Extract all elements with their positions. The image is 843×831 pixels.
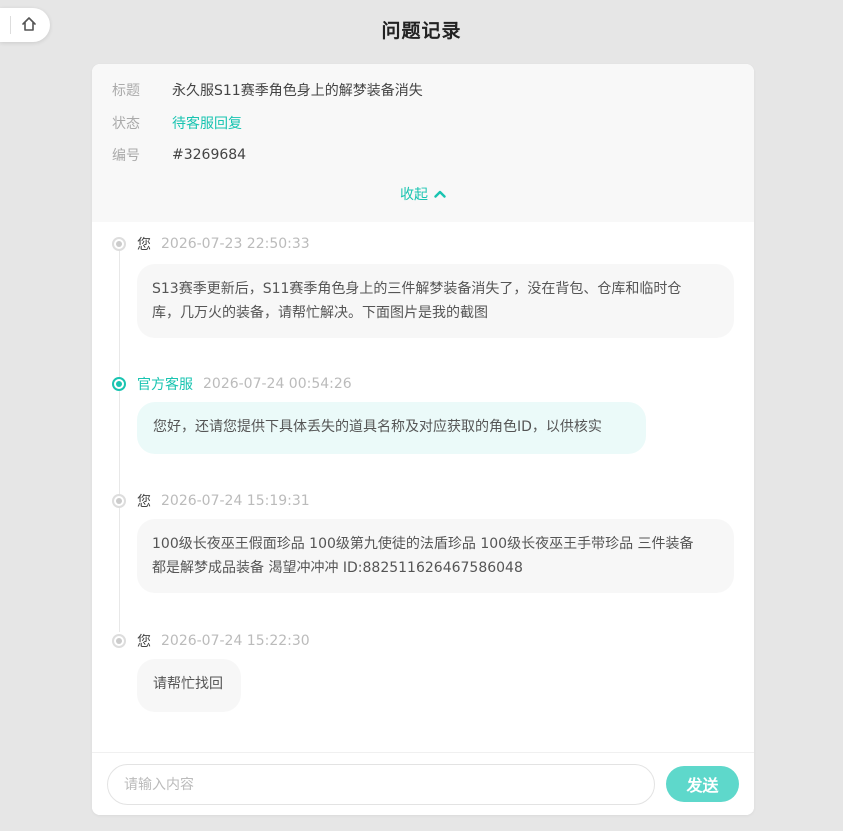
collapse-label: 收起 [400, 187, 428, 203]
timeline-dot [112, 494, 126, 508]
message-header: 官方客服 2026-07-24 00:54:26 [137, 374, 352, 394]
id-row: 编号 #3269684 [112, 145, 246, 165]
id-label: 编号 [112, 148, 140, 164]
status-value: 待客服回复 [172, 116, 242, 132]
message-author: 您 [137, 634, 151, 650]
message-line: S13赛季更新后，S11赛季角色身上的三件解梦装备消失了，没在背包、仓库和临时仓 [152, 281, 682, 297]
message-author: 您 [137, 237, 151, 253]
collapse-toggle[interactable]: 收起 [92, 184, 754, 204]
composer: 发送 [92, 752, 754, 815]
timeline-line [119, 247, 120, 632]
status-row: 状态 待客服回复 [112, 113, 242, 133]
message-author: 官方客服 [137, 377, 193, 393]
message-line: 您好，还请您提供下具体丢失的道具名称及对应获取的角色ID，以供核实 [153, 419, 602, 435]
message-bubble: S13赛季更新后，S11赛季角色身上的三件解梦装备消失了，没在背包、仓库和临时仓… [137, 264, 734, 338]
message-time: 2026-07-24 15:22:30 [161, 633, 310, 649]
message-line: 请帮忙找回 [153, 676, 223, 692]
send-button[interactable]: 发送 [666, 766, 739, 802]
title-row: 标题 永久服S11赛季角色身上的解梦装备消失 [112, 80, 423, 100]
message-header: 您 2026-07-24 15:22:30 [137, 631, 310, 651]
title-value: 永久服S11赛季角色身上的解梦装备消失 [172, 83, 423, 99]
ticket-card: 标题 永久服S11赛季角色身上的解梦装备消失 状态 待客服回复 编号 #3269… [92, 64, 754, 815]
ticket-id: #3269684 [172, 147, 247, 163]
message-line: 100级长夜巫王假面珍品 100级第九使徒的法盾珍品 100级长夜巫王手带珍品 … [152, 536, 694, 552]
message-line: 都是解梦成品装备 渴望冲冲冲 ID:882511626467586048 [152, 560, 523, 576]
message-time: 2026-07-23 22:50:33 [161, 236, 310, 252]
message-input[interactable] [107, 764, 655, 805]
message-author: 您 [137, 494, 151, 510]
timeline-dot [112, 634, 126, 648]
message-timeline: 您 2026-07-23 22:50:33 S13赛季更新后，S11赛季角色身上… [92, 222, 754, 752]
ticket-info: 标题 永久服S11赛季角色身上的解梦装备消失 状态 待客服回复 编号 #3269… [92, 64, 754, 222]
message-bubble: 100级长夜巫王假面珍品 100级第九使徒的法盾珍品 100级长夜巫王手带珍品 … [137, 519, 734, 593]
timeline-dot [112, 237, 126, 251]
message-time: 2026-07-24 00:54:26 [203, 376, 352, 392]
status-label: 状态 [112, 116, 140, 132]
page-title: 问题记录 [381, 20, 462, 42]
message-bubble: 您好，还请您提供下具体丢失的道具名称及对应获取的角色ID，以供核实 [137, 402, 646, 454]
message-time: 2026-07-24 15:19:31 [161, 493, 310, 509]
title-label: 标题 [112, 83, 140, 99]
chevron-up-icon [434, 190, 446, 198]
message-header: 您 2026-07-23 22:50:33 [137, 234, 310, 254]
message-line: 库，几万火的装备，请帮忙解决。下面图片是我的截图 [152, 305, 488, 321]
timeline-dot-active [112, 377, 126, 391]
message-bubble: 请帮忙找回 [137, 659, 241, 712]
message-header: 您 2026-07-24 15:19:31 [137, 491, 310, 511]
